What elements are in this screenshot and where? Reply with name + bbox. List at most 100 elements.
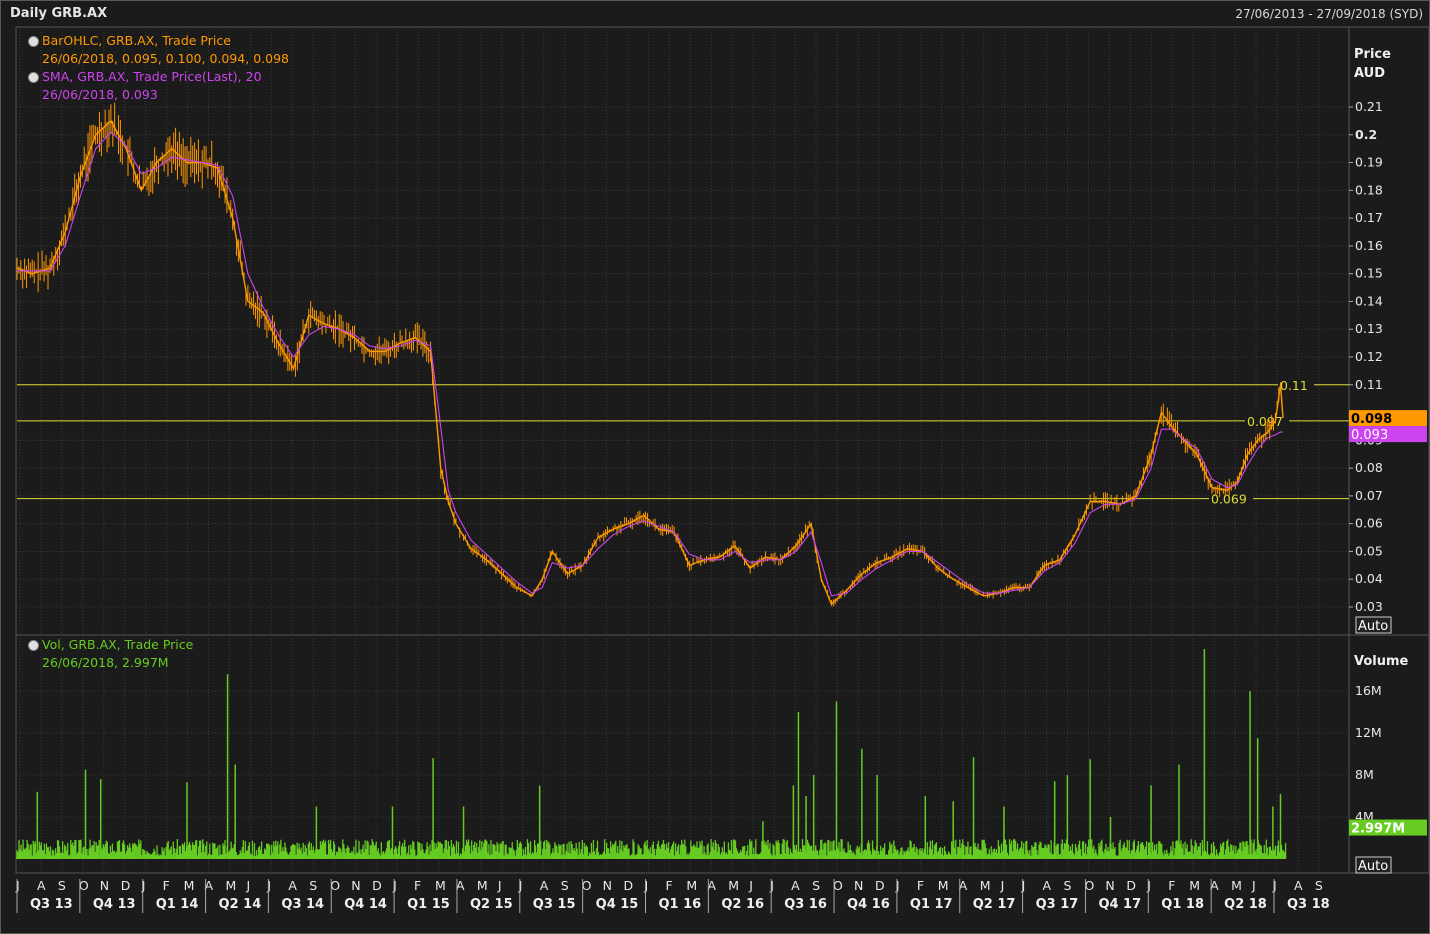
month-label: M: [435, 878, 446, 893]
month-label: J: [497, 878, 502, 893]
price-axis-title: Price: [1354, 47, 1391, 62]
month-label: J: [1251, 878, 1256, 893]
month-label: F: [1168, 878, 1175, 893]
sma-legend-title: SMA, GRB.AX, Trade Price(Last), 20: [42, 69, 262, 84]
price-tick-label: 0.15: [1355, 266, 1383, 281]
price-panel: [15, 26, 1429, 636]
volume-auto-label: Auto: [1358, 859, 1388, 874]
quarter-label: Q3 14: [281, 897, 324, 912]
vol-legend-values: 26/06/2018, 2.997M: [42, 655, 169, 670]
month-label: D: [1126, 878, 1136, 893]
month-label: D: [372, 878, 382, 893]
price-auto-label: Auto: [1358, 619, 1388, 634]
month-label: S: [1064, 878, 1072, 893]
price-tick-label: 0.08: [1355, 460, 1383, 475]
price-tick-label: 0.19: [1355, 155, 1383, 170]
month-label: M: [980, 878, 991, 893]
month-label: F: [665, 878, 672, 893]
month-label: A: [540, 878, 549, 893]
quarter-label: Q4 13: [93, 897, 136, 912]
quarter-label: Q3 15: [533, 897, 576, 912]
quarter-label: Q3 16: [784, 897, 827, 912]
month-label: M: [686, 878, 697, 893]
month-label: A: [1294, 878, 1303, 893]
chart-window: Daily GRB.AX 27/06/2013 - 27/09/2018 (SY…: [0, 0, 1430, 934]
vol-legend-title: Vol, GRB.AX, Trade Price: [42, 637, 194, 652]
quarter-label: Q1 15: [407, 897, 450, 912]
reference-line-label: 0.097: [1247, 414, 1283, 429]
last-volume-tag: 2.997M: [1351, 822, 1405, 837]
last-price-tag: 0.098: [1351, 412, 1392, 427]
volume-tick-label: 16M: [1355, 683, 1382, 698]
month-label: J: [748, 878, 753, 893]
price-axis-unit: AUD: [1354, 66, 1385, 81]
quarter-label: Q4 16: [847, 897, 890, 912]
price-tick-label: 0.07: [1355, 488, 1383, 503]
month-label: A: [791, 878, 800, 893]
price-tick-label: 0.16: [1355, 238, 1383, 253]
price-tick-label: 0.03: [1355, 599, 1383, 614]
month-label: M: [184, 878, 195, 893]
month-label: M: [477, 878, 488, 893]
month-label: M: [1189, 878, 1200, 893]
quarter-label: Q1 14: [156, 897, 199, 912]
chart-canvas: 0.21 0.2 0.19 0.18 0.17 0.16 0.15 0.14 0.13 0.12 0…: [15, 26, 1429, 913]
quarter-label: Q2 18: [1224, 897, 1267, 912]
month-label: M: [938, 878, 949, 893]
quarter-label: Q2 14: [219, 897, 262, 912]
month-label: A: [37, 878, 46, 893]
month-label: N: [100, 878, 109, 893]
volume-tick-label: 12M: [1355, 725, 1382, 740]
price-legend[interactable]: BarOHLC, GRB.AX, Trade Price 26/06/2018,…: [28, 32, 289, 104]
price-tick-label: 0.17: [1355, 210, 1383, 225]
quarter-label: Q1 18: [1161, 897, 1204, 912]
month-label: A: [288, 878, 297, 893]
month-label: D: [875, 878, 885, 893]
quarter-label: Q2 16: [721, 897, 764, 912]
quarter-label: Q1 17: [910, 897, 953, 912]
month-label: N: [351, 878, 360, 893]
price-tick-label: 0.05: [1355, 543, 1383, 558]
reference-line-label: 0.11: [1280, 378, 1308, 393]
volume-axis-title: Volume: [1354, 654, 1409, 669]
price-tick-label: 0.18: [1355, 182, 1383, 197]
volume-legend[interactable]: Vol, GRB.AX, Trade Price 26/06/2018, 2.9…: [28, 636, 193, 672]
sma-series-line: [17, 131, 1283, 597]
quarter-label: Q1 16: [659, 897, 702, 912]
quarter-label: Q4 17: [1098, 897, 1141, 912]
month-label: N: [1105, 878, 1114, 893]
ohlc-legend-values: 26/06/2018, 0.095, 0.100, 0.094, 0.098: [42, 51, 289, 66]
ohlc-series-line: [16, 119, 1284, 606]
month-label: A: [1043, 878, 1052, 893]
month-label: M: [728, 878, 739, 893]
month-label: J: [245, 878, 250, 893]
price-tick-label: 0.21: [1355, 99, 1383, 114]
month-label: D: [121, 878, 131, 893]
month-label: F: [163, 878, 170, 893]
month-label: S: [1315, 878, 1323, 893]
price-tick-label: 0.2: [1355, 127, 1377, 142]
price-tick-label: 0.04: [1355, 571, 1383, 586]
sma-legend-values: 26/06/2018, 0.093: [42, 87, 158, 102]
price-tick-label: 0.11: [1355, 377, 1383, 392]
month-label: M: [1231, 878, 1242, 893]
quarter-label: Q4 14: [344, 897, 387, 912]
month-label: S: [561, 878, 569, 893]
quarter-label: Q2 15: [470, 897, 513, 912]
price-tick-label: 0.13: [1355, 321, 1383, 336]
quarter-label: Q4 15: [596, 897, 639, 912]
month-label: D: [624, 878, 634, 893]
ohlc-legend-title: BarOHLC, GRB.AX, Trade Price: [42, 33, 231, 48]
month-label: S: [812, 878, 820, 893]
price-tick-label: 0.06: [1355, 516, 1383, 531]
month-label: S: [58, 878, 66, 893]
legend-toggle-icon[interactable]: [28, 72, 39, 83]
legend-toggle-icon[interactable]: [28, 640, 39, 651]
price-tick-label: 0.14: [1355, 293, 1383, 308]
legend-toggle-icon[interactable]: [28, 36, 39, 47]
month-label: N: [603, 878, 612, 893]
month-label: S: [309, 878, 317, 893]
quarter-label: Q3 13: [30, 897, 73, 912]
month-label: J: [1000, 878, 1005, 893]
month-label: N: [854, 878, 863, 893]
